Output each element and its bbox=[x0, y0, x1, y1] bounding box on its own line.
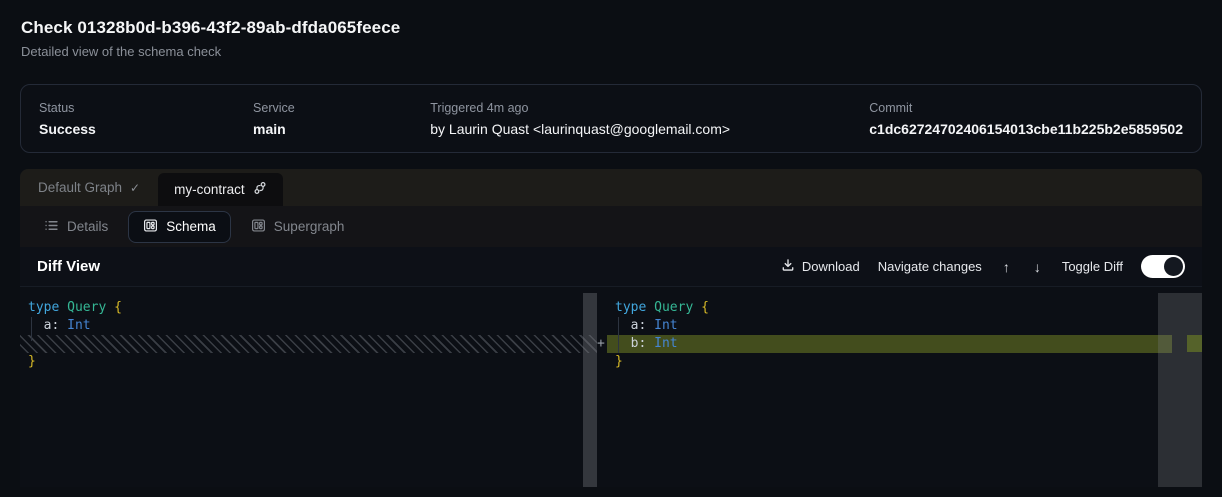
diff-placeholder-line bbox=[20, 335, 597, 353]
status-label: Status bbox=[39, 101, 253, 115]
download-button[interactable]: Download bbox=[781, 258, 860, 275]
diff-toolbar: Diff View Download Navigate changes ↑ ↓ … bbox=[20, 247, 1202, 287]
git-compare-icon bbox=[253, 181, 267, 198]
check-icon: ✓ bbox=[130, 181, 140, 195]
code-line: } bbox=[20, 353, 597, 371]
subtab-schema-label: Schema bbox=[166, 219, 216, 234]
toggle-diff-label: Toggle Diff bbox=[1062, 259, 1123, 274]
diff-pane-modified: type Query { a: Int b: Int } bbox=[607, 287, 1202, 487]
diff-view-title: Diff View bbox=[37, 258, 100, 275]
status-card: Status Success Service main Triggered 4m… bbox=[20, 84, 1202, 153]
scrollbar-modified[interactable] bbox=[1158, 293, 1202, 487]
tab-my-contract-label: my-contract bbox=[174, 182, 245, 197]
list-icon bbox=[44, 218, 59, 236]
code-line: type Query { bbox=[607, 299, 1202, 317]
tab-my-contract[interactable]: my-contract bbox=[158, 173, 283, 206]
status-value: Success bbox=[39, 121, 253, 137]
subtab-supergraph-label: Supergraph bbox=[274, 219, 345, 234]
indent-guide bbox=[31, 317, 32, 341]
service-label: Service bbox=[253, 101, 430, 115]
subtab-details[interactable]: Details bbox=[29, 211, 123, 243]
triggered-value: by Laurin Quast <laurinquast@googlemail.… bbox=[430, 121, 869, 137]
scrollbar-original[interactable] bbox=[583, 293, 597, 487]
triggered-column: Triggered 4m ago by Laurin Quast <laurin… bbox=[430, 101, 869, 137]
view-subtabs: Details Schema S bbox=[20, 206, 1202, 247]
download-icon bbox=[781, 258, 795, 275]
page-header: Check 01328b0d-b396-43f2-89ab-dfda065fee… bbox=[0, 0, 1222, 59]
next-change-button[interactable]: ↓ bbox=[1031, 259, 1044, 275]
toggle-diff-switch[interactable] bbox=[1141, 255, 1185, 278]
subtab-schema[interactable]: Schema bbox=[128, 211, 231, 243]
panels-icon bbox=[251, 218, 266, 236]
commit-column: Commit c1dc62724702406154013cbe11b225b2e… bbox=[869, 101, 1183, 137]
page-title: Check 01328b0d-b396-43f2-89ab-dfda065fee… bbox=[21, 18, 1201, 38]
navigate-changes-label: Navigate changes bbox=[878, 259, 982, 274]
service-column: Service main bbox=[253, 101, 430, 137]
previous-change-button[interactable]: ↑ bbox=[1000, 259, 1013, 275]
subtab-details-label: Details bbox=[67, 219, 108, 234]
download-label: Download bbox=[802, 259, 860, 274]
overview-ruler-added-mark bbox=[1187, 335, 1202, 352]
diff-controls: Download Navigate changes ↑ ↓ Toggle Dif… bbox=[781, 255, 1185, 278]
diff-pane-original: type Query { a: Int } bbox=[20, 287, 597, 487]
tab-default-graph[interactable]: Default Graph ✓ bbox=[20, 169, 158, 206]
page-subtitle: Detailed view of the schema check bbox=[21, 44, 1201, 59]
code-line: a: Int bbox=[20, 317, 597, 335]
commit-label: Commit bbox=[869, 101, 1183, 115]
diff-added-marker: + bbox=[597, 335, 607, 353]
subtab-supergraph[interactable]: Supergraph bbox=[236, 211, 360, 243]
triggered-label: Triggered 4m ago bbox=[430, 101, 869, 115]
panels-icon bbox=[143, 218, 158, 236]
service-value: main bbox=[253, 121, 430, 137]
contract-tabbar: Default Graph ✓ my-contract bbox=[20, 169, 1202, 206]
code-line: a: Int bbox=[607, 317, 1202, 335]
toggle-knob bbox=[1164, 257, 1183, 276]
code-line-added: b: Int bbox=[607, 335, 1172, 353]
schema-diff-editor[interactable]: type Query { a: Int } + type Query { a: … bbox=[20, 287, 1202, 487]
indent-guide bbox=[618, 317, 619, 353]
code-line: type Query { bbox=[20, 299, 597, 317]
code-line: } bbox=[607, 353, 1202, 371]
check-panel: Default Graph ✓ my-contract Detai bbox=[20, 169, 1202, 487]
status-column: Status Success bbox=[39, 101, 253, 137]
tab-default-graph-label: Default Graph bbox=[38, 180, 122, 195]
commit-value: c1dc62724702406154013cbe11b225b2e5859502 bbox=[869, 121, 1183, 137]
